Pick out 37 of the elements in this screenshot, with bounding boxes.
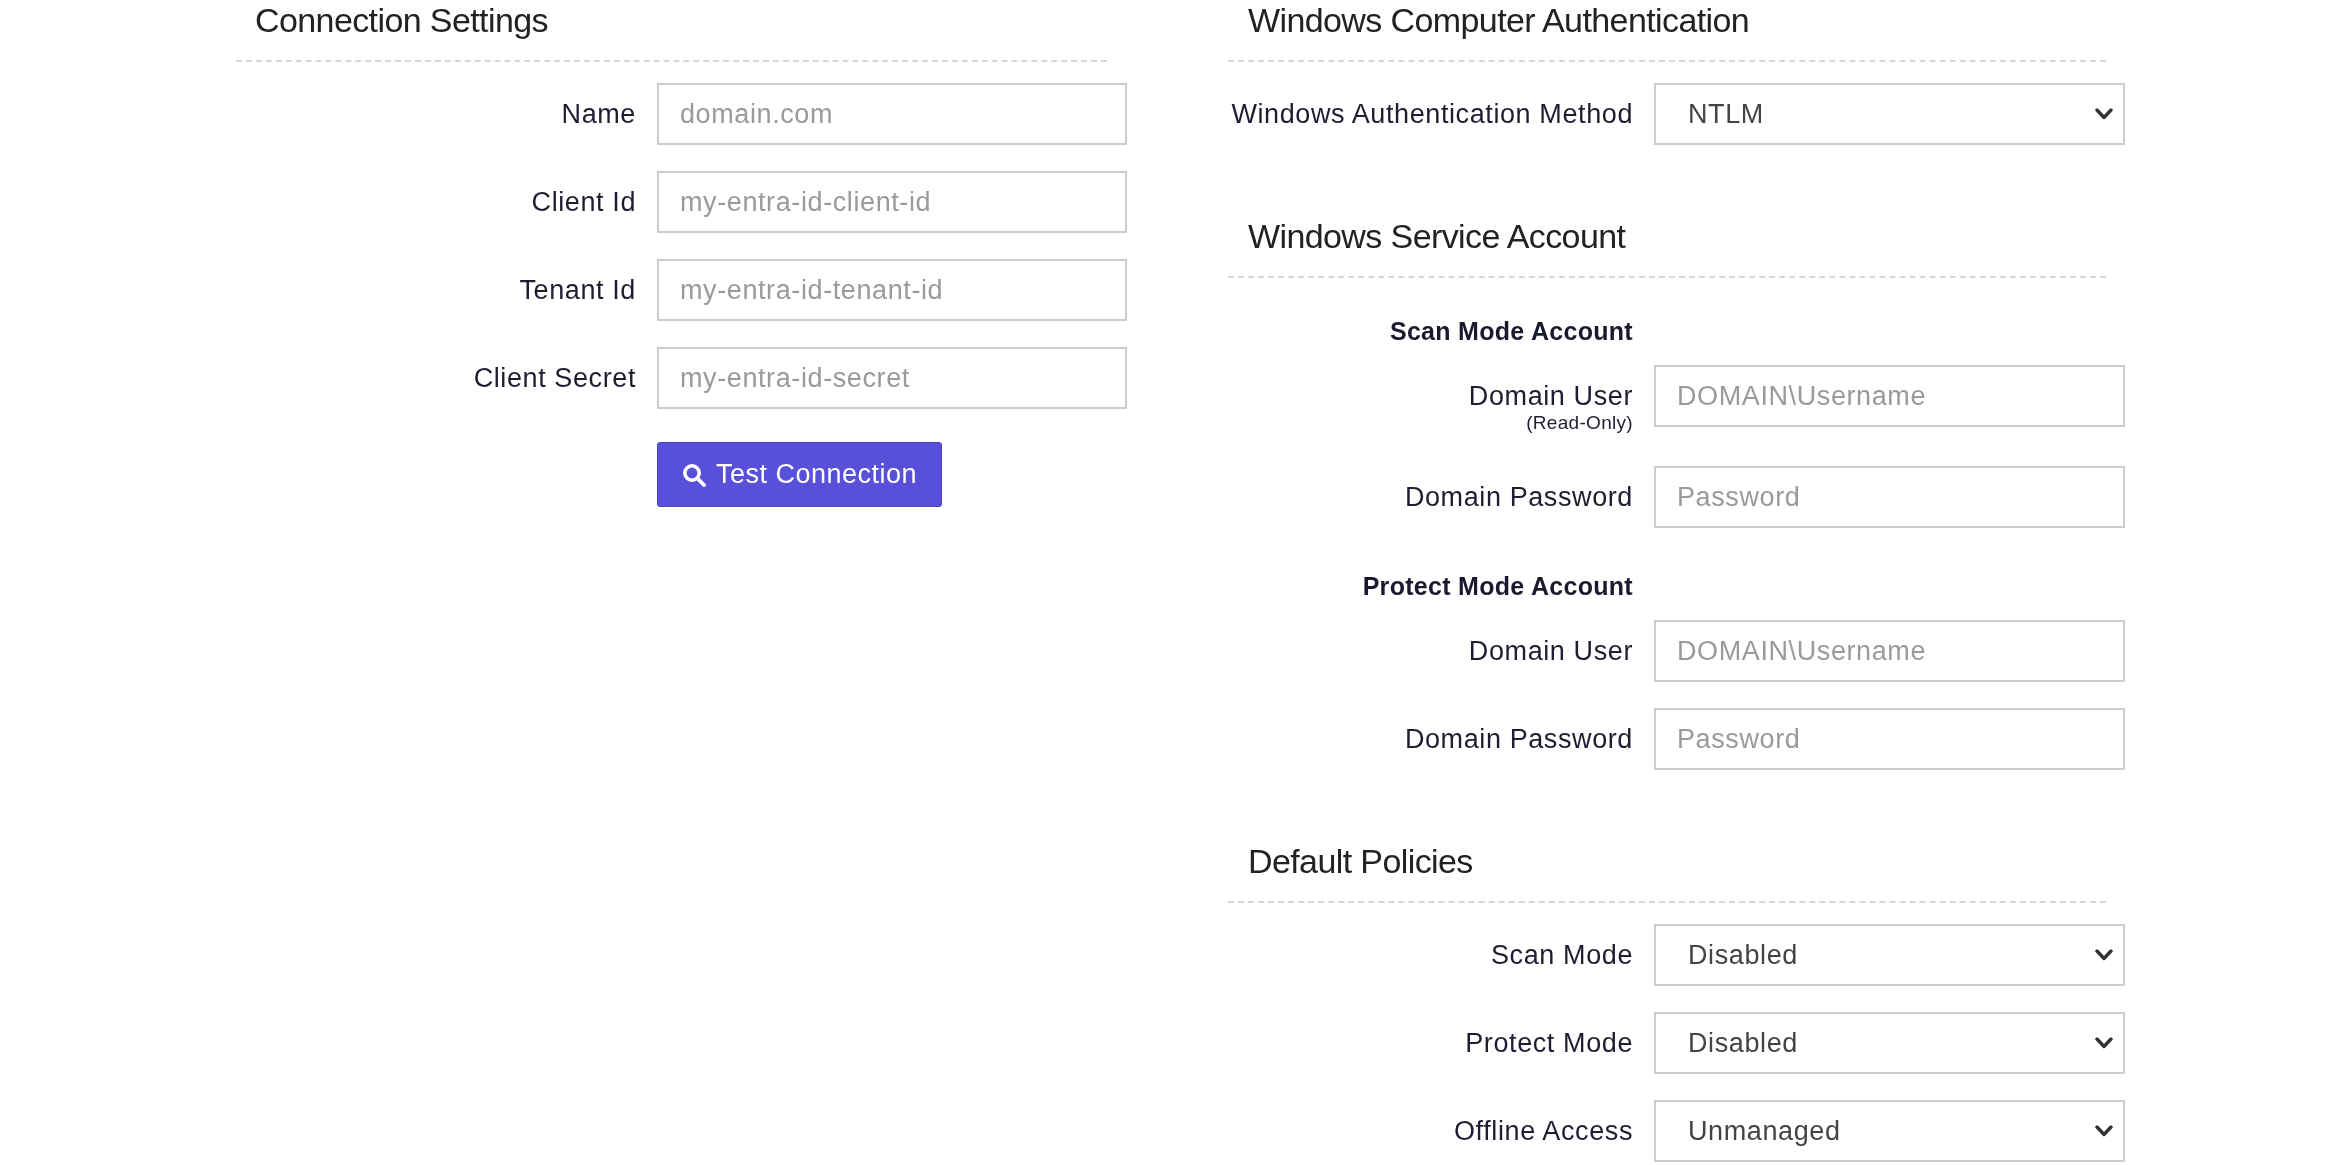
chevron-down-icon: [2095, 1037, 2113, 1049]
search-icon: [682, 462, 706, 487]
chevron-down-icon: [2095, 1125, 2113, 1137]
field-label: Offline Access: [1454, 1115, 1633, 1148]
field-note: (Read-Only): [1526, 413, 1633, 433]
field-label: Tenant Id: [519, 274, 636, 307]
field-label: Domain User: [1468, 635, 1633, 668]
text-field[interactable]: DOMAIN\Username: [1654, 620, 2125, 682]
section-heading: Windows Computer Authentication: [1248, 0, 1750, 40]
chevron-down-icon: [2095, 949, 2113, 961]
field-label: Windows Authentication Method: [1231, 98, 1633, 131]
field-label: Client Id: [531, 186, 636, 219]
field-label: Protect Mode: [1465, 1027, 1633, 1060]
text-field[interactable]: DOMAIN\Username: [1654, 365, 2125, 427]
text-field[interactable]: my-entra-id-secret: [657, 347, 1127, 409]
section-heading: Connection Settings: [255, 0, 548, 40]
section-heading: Default Policies: [1248, 841, 1473, 881]
group-label: Scan Mode Account: [1389, 316, 1633, 347]
test-connection-button[interactable]: Test Connection: [657, 442, 943, 507]
section-heading: Windows Service Account: [1248, 216, 1626, 256]
dropdown[interactable]: Unmanaged: [1654, 1100, 2125, 1162]
field-label: Scan Mode: [1491, 939, 1633, 972]
text-field[interactable]: domain.com: [657, 83, 1127, 145]
text-field[interactable]: Password: [1654, 466, 2125, 528]
field-label: Domain Password: [1404, 723, 1633, 756]
field-label: Domain User: [1468, 380, 1633, 413]
dropdown[interactable]: NTLM: [1654, 83, 2125, 145]
field-label: Client Secret: [473, 362, 636, 395]
dropdown[interactable]: Disabled: [1654, 924, 2125, 986]
dropdown[interactable]: Disabled: [1654, 1012, 2125, 1074]
field-label: Domain Password: [1404, 481, 1633, 514]
field-label: Name: [561, 98, 636, 131]
chevron-down-icon: [2095, 108, 2113, 120]
group-label: Protect Mode Account: [1362, 571, 1633, 602]
text-field[interactable]: Password: [1654, 708, 2125, 770]
text-field[interactable]: my-entra-id-client-id: [657, 171, 1127, 233]
text-field[interactable]: my-entra-id-tenant-id: [657, 259, 1127, 321]
